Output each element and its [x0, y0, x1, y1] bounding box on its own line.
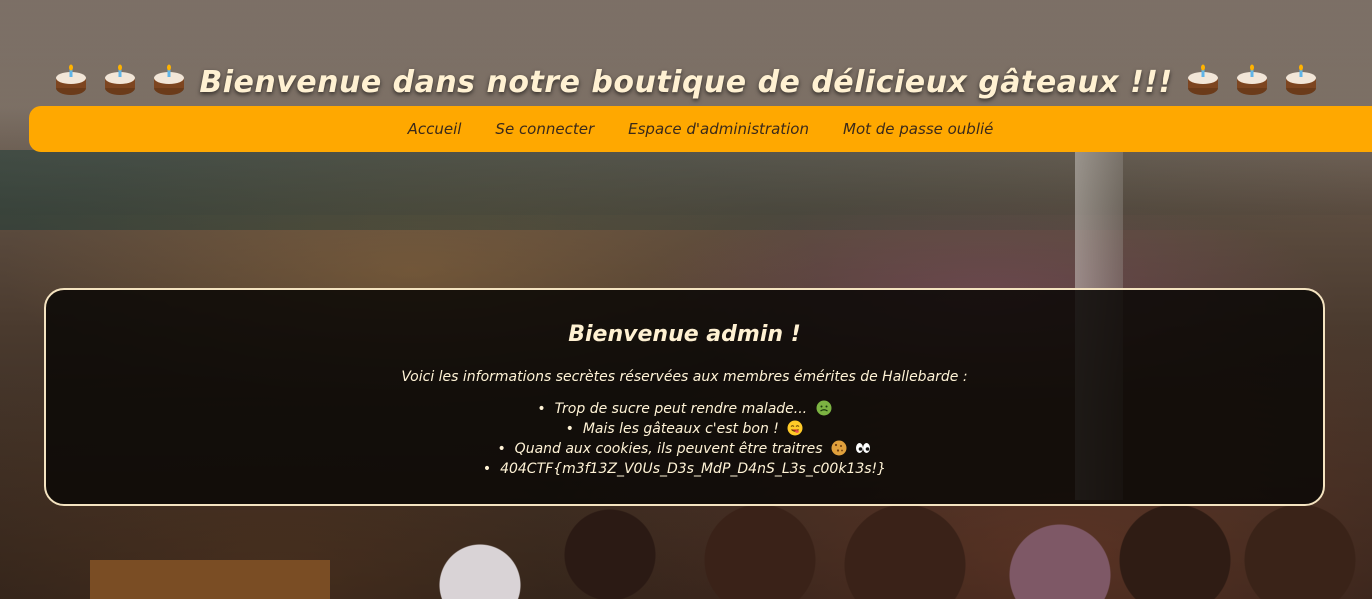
cake-icon	[154, 64, 185, 96]
list-item-text: Quand aux cookies, ils peuvent être trai…	[514, 441, 823, 457]
nav-link-accueil[interactable]: Accueil	[408, 120, 462, 138]
cake-icon	[56, 64, 87, 96]
nav-link-espace-administration[interactable]: Espace d'administration	[628, 120, 809, 138]
cake-icon	[1236, 64, 1267, 96]
main-navbar: Accueil Se connecter Espace d'administra…	[29, 106, 1372, 152]
cookie-icon	[831, 440, 847, 456]
panel-intro: Voici les informations secrètes réservée…	[401, 369, 968, 385]
panel-title: Bienvenue admin !	[568, 322, 801, 347]
background-shelf	[0, 150, 1372, 230]
cake-icon	[105, 64, 136, 96]
page-title-row: Bienvenue dans notre boutique de délicie…	[0, 64, 1372, 100]
nav-link-mot-de-passe-oublie[interactable]: Mot de passe oublié	[843, 120, 993, 138]
eyes-icon	[856, 443, 871, 453]
list-item: Quand aux cookies, ils peuvent être trai…	[46, 439, 1323, 459]
secret-list: Trop de sucre peut rendre malade... Mais…	[46, 399, 1323, 479]
list-item: 404CTF{m3f13Z_V0Us_D3s_MdP_D4nS_L3s_c00k…	[46, 459, 1323, 479]
list-item: Trop de sucre peut rendre malade...	[46, 399, 1323, 419]
admin-secret-panel: Bienvenue admin ! Voici les informations…	[44, 288, 1325, 506]
list-item: Mais les gâteaux c'est bon !	[46, 419, 1323, 439]
page-title: Bienvenue dans notre boutique de délicie…	[199, 65, 1173, 101]
yum-face-icon	[787, 420, 803, 436]
list-item-text: Mais les gâteaux c'est bon !	[582, 421, 779, 437]
list-item-text: 404CTF{m3f13Z_V0Us_D3s_MdP_D4nS_L3s_c00k…	[500, 461, 887, 477]
cake-icon	[1285, 64, 1316, 96]
cake-icon	[1187, 64, 1218, 96]
nauseated-face-icon	[816, 400, 832, 416]
nav-link-se-connecter[interactable]: Se connecter	[495, 120, 594, 138]
list-item-text: Trop de sucre peut rendre malade...	[554, 401, 808, 417]
background-tray	[90, 560, 330, 599]
